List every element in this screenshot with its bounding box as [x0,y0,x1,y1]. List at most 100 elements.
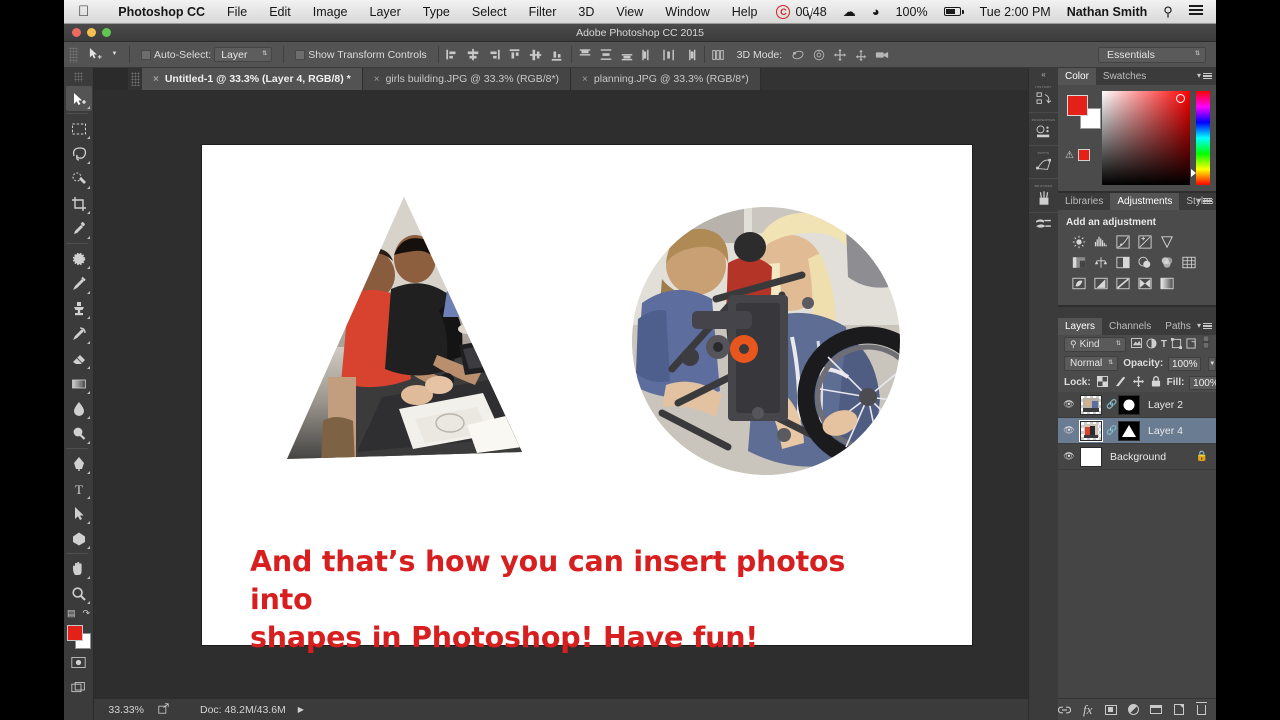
color-picker-handle[interactable] [1176,94,1185,103]
blend-mode-dropdown[interactable]: Normal ⇅ [1064,356,1119,371]
expand-arrow-icon[interactable]: ▶ [298,705,304,714]
panel-menu-icon[interactable]: ▾ [1197,196,1212,206]
triangle-masked-photo[interactable] [287,197,522,467]
menu-item-help[interactable]: Help [721,5,769,19]
out-of-gamut-swatch[interactable] [1077,149,1090,161]
close-icon[interactable]: × [153,74,159,85]
distribute-left-edges-icon[interactable] [639,46,658,63]
tab-color[interactable]: Color [1058,68,1096,85]
distribute-horizontal-centers-icon[interactable] [660,46,679,63]
tab-adjustments[interactable]: Adjustments [1110,193,1180,210]
expand-panels-icon[interactable]: « [1029,68,1058,80]
canvas-caption-text[interactable]: And that’s how you can insert photos int… [250,543,890,657]
layer-filter-kind-dropdown[interactable]: ⚲ Kind ⇅ [1064,337,1126,352]
brush-tool[interactable] [66,271,92,296]
roll-3d-icon[interactable] [809,46,828,63]
lock-transparent-pixels-icon[interactable] [1096,375,1108,390]
align-horizontal-centers-icon[interactable] [464,46,483,63]
slide-3d-icon[interactable] [851,46,870,63]
zoom-3d-camera-icon[interactable] [872,46,891,63]
zoom-tool[interactable] [66,581,92,606]
levels-icon[interactable] [1093,234,1109,249]
document-page[interactable]: And that’s how you can insert photos int… [202,145,972,654]
new-layer-icon[interactable] [1173,703,1185,716]
quick-selection-tool[interactable] [66,166,92,191]
menu-item-edit[interactable]: Edit [258,5,302,19]
eyedropper-tool[interactable] [66,216,92,241]
document-tab-untitled-1[interactable]: × Untitled-1 @ 33.3% (Layer 4, RGB/8) * [142,68,363,90]
color-field-picker[interactable] [1102,91,1190,185]
threshold-icon[interactable] [1115,276,1131,291]
rail-item-paths[interactable]: PATHS [1028,146,1059,179]
layer-row[interactable]: 👁 🔗 Layer 4 [1058,418,1216,444]
menu-item-3d[interactable]: 3D [567,5,605,19]
color-lookup-icon[interactable] [1181,255,1197,270]
layer-visibility-toggle[interactable]: 👁 [1062,425,1076,436]
tab-bar-grip[interactable] [131,72,140,86]
auto-select-checkbox[interactable] [141,49,151,60]
circle-masked-photo[interactable] [632,207,900,475]
orbit-3d-icon[interactable] [788,46,807,63]
opacity-slider-chevron-icon[interactable]: ▼ [1208,356,1216,371]
layer-row[interactable]: 👁 Background 🔒 [1058,444,1216,470]
menubar-clock[interactable]: Tue 2:00 PM [972,5,1059,19]
options-bar-grip[interactable] [69,46,78,63]
out-of-gamut-warning[interactable]: ⚠ [1065,149,1090,161]
workspace-switcher[interactable]: Essentials ⇅ [1098,46,1206,63]
menu-item-image[interactable]: Image [302,5,359,19]
cc-timer-badge-icon[interactable]: C [768,4,793,19]
type-tool[interactable]: T [66,476,92,501]
filter-adjustment-icon[interactable] [1146,337,1157,352]
rail-item-properties[interactable]: PROPERTIES [1028,113,1059,146]
menu-item-view[interactable]: View [605,5,654,19]
polygon-shape-tool[interactable] [66,526,92,551]
tab-layers[interactable]: Layers [1058,318,1103,335]
new-group-icon[interactable] [1150,703,1162,716]
path-selection-tool[interactable] [66,501,92,526]
align-bottom-edges-icon[interactable] [548,46,567,63]
close-icon[interactable]: × [374,74,380,85]
layer-style-fx-icon[interactable]: fx [1082,702,1094,717]
blur-tool[interactable] [66,396,92,421]
filter-shape-icon[interactable] [1171,337,1182,352]
tool-preset-chevron-icon[interactable]: ▼ [111,51,118,57]
spot-healing-brush-tool[interactable] [66,246,92,271]
dodge-tool[interactable] [66,421,92,446]
move-tool[interactable] [65,86,92,111]
delete-layer-icon[interactable] [1195,701,1208,716]
hand-tool[interactable] [66,556,92,581]
exposure-icon[interactable] [1137,234,1153,249]
color-panel-foreground-swatch[interactable] [1067,95,1088,116]
menubar-user-name[interactable]: Nathan Smith [1059,5,1156,19]
panel-menu-icon[interactable]: ▾ [1197,71,1212,81]
apple-logo-icon[interactable]:  [78,4,89,19]
black-white-icon[interactable] [1115,255,1131,270]
screen-mode-icon[interactable] [66,675,92,700]
align-vertical-centers-icon[interactable] [527,46,546,63]
add-layer-mask-icon[interactable] [1104,703,1117,716]
layer-thumbnail[interactable] [1080,446,1102,467]
canvas-area[interactable]: And that’s how you can insert photos int… [94,90,1028,698]
align-right-edges-icon[interactable] [485,46,504,63]
opacity-value[interactable]: 100% [1168,356,1202,371]
posterize-icon[interactable] [1093,276,1109,291]
vibrance-icon[interactable] [1159,234,1175,249]
hue-slider-handle[interactable] [1191,169,1196,177]
history-brush-tool[interactable] [66,321,92,346]
menu-item-file[interactable]: File [216,5,258,19]
pan-3d-icon[interactable] [830,46,849,63]
battery-charging-icon[interactable] [936,7,972,16]
menu-item-window[interactable]: Window [654,5,720,19]
auto-select-scope-dropdown[interactable]: Layer ⇅ [214,47,273,62]
rail-item-brush-presets[interactable] [1029,213,1059,235]
tools-panel-grip[interactable] [74,72,83,82]
lasso-tool[interactable] [66,141,92,166]
tab-swatches[interactable]: Swatches [1096,68,1153,85]
rail-item-brushes[interactable]: BRUSHES [1028,179,1059,213]
link-mask-icon[interactable]: 🔗 [1106,399,1117,410]
layer-mask-thumbnail[interactable] [1118,420,1140,441]
wifi-icon[interactable]: ◕ [864,4,888,19]
close-icon[interactable]: × [582,74,588,85]
spotlight-search-icon[interactable]: ⚲ [1155,4,1181,20]
distribute-bottom-edges-icon[interactable] [618,46,637,63]
